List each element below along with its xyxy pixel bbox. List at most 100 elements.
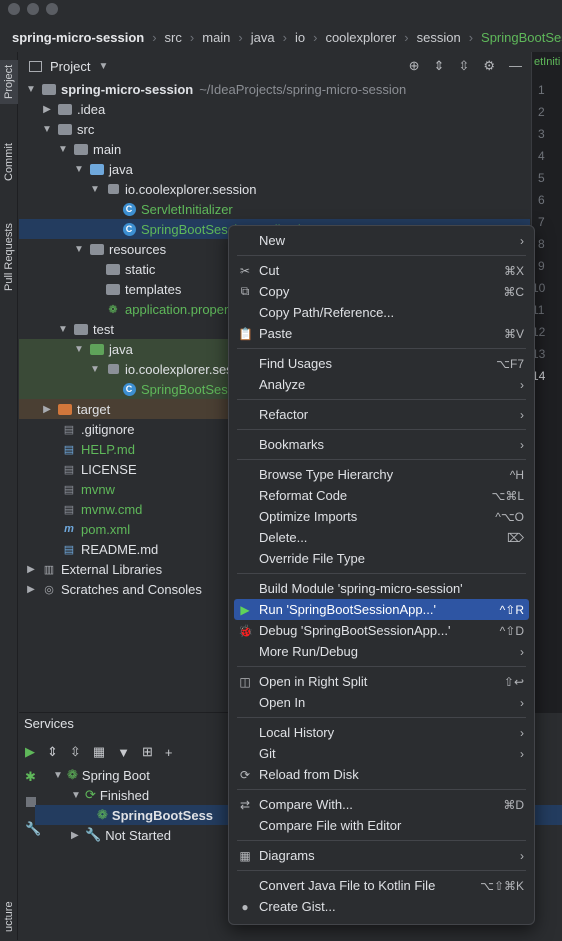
menu-item-open-in-right-split[interactable]: ◫ Open in Right Split ⇧↩: [229, 671, 534, 692]
debug-icon[interactable]: ✱: [25, 769, 36, 785]
menu-separator: [237, 255, 526, 256]
breadcrumb-io[interactable]: io: [293, 30, 307, 45]
collapse-all-icon[interactable]: ⇳: [70, 744, 81, 760]
chevron-right-icon[interactable]: ▶: [25, 584, 37, 595]
tree-item[interactable]: ▼ main: [19, 139, 530, 159]
add-icon[interactable]: +: [165, 745, 173, 760]
chevron-down-icon[interactable]: ▼: [41, 124, 53, 135]
menu-item-analyze[interactable]: Analyze ›: [229, 374, 534, 395]
chevron-right-icon[interactable]: ▶: [41, 404, 53, 415]
breadcrumb-file[interactable]: SpringBootSession: [479, 30, 562, 45]
title-bar: [0, 0, 562, 20]
menu-item-refactor[interactable]: Refactor ›: [229, 404, 534, 425]
menu-item-label: Run 'SpringBootSessionApp...': [259, 602, 436, 617]
run-icon[interactable]: ▶: [25, 744, 35, 760]
menu-item-cut[interactable]: ✂ Cut ⌘X: [229, 260, 534, 281]
tab-commit[interactable]: Commit: [0, 132, 18, 192]
menu-item-reload-from-disk[interactable]: ⟳ Reload from Disk: [229, 764, 534, 785]
gear-icon[interactable]: ⚙: [483, 58, 495, 74]
chevron-down-icon[interactable]: ▼: [89, 364, 101, 375]
menu-item-paste[interactable]: 📋 Paste ⌘V: [229, 323, 534, 344]
menu-item-bookmarks[interactable]: Bookmarks ›: [229, 434, 534, 455]
menu-item-optimize-imports[interactable]: Optimize Imports ^⌥O: [229, 506, 534, 527]
group-icon[interactable]: ▦: [93, 744, 105, 760]
maximize-window-button[interactable]: [46, 3, 58, 15]
chevron-right-icon: ›: [238, 29, 243, 45]
menu-item-copy[interactable]: ⧉ Copy ⌘C: [229, 281, 534, 302]
chevron-right-icon: ›: [520, 644, 524, 659]
menu-item-override-file-type[interactable]: Override File Type: [229, 548, 534, 569]
chevron-right-icon[interactable]: ▶: [25, 564, 37, 575]
menu-item-create-gist[interactable]: ● Create Gist...: [229, 896, 534, 917]
breadcrumb-coolexplorer[interactable]: coolexplorer: [323, 30, 398, 45]
class-icon: C: [121, 202, 137, 216]
menu-item-more-run-debug[interactable]: More Run/Debug ›: [229, 641, 534, 662]
project-panel-title[interactable]: Project: [50, 59, 90, 74]
expand-all-icon[interactable]: ⇕: [47, 744, 58, 760]
menu-item-delete[interactable]: Delete... ⌦: [229, 527, 534, 548]
chevron-down-icon[interactable]: ▼: [73, 164, 85, 175]
menu-item-run-springbootsessionapp[interactable]: ▶ Run 'SpringBootSessionApp...' ^⇧R: [234, 599, 529, 620]
left-tool-strip: Project Commit Pull Requests ucture: [0, 52, 18, 940]
menu-separator: [237, 666, 526, 667]
services-side-toolbar: ✱ 🔧: [19, 763, 43, 941]
chevron-right-icon[interactable]: ▶: [71, 830, 85, 841]
tree-item[interactable]: ▼ spring-micro-session ~/IdeaProjects/sp…: [19, 79, 530, 99]
menu-item-diagrams[interactable]: ▦ Diagrams ›: [229, 845, 534, 866]
chevron-down-icon[interactable]: ▼: [53, 770, 67, 781]
breadcrumb-java[interactable]: java: [249, 30, 277, 45]
expand-all-icon[interactable]: ⇕: [434, 58, 445, 74]
chevron-down-icon[interactable]: ▼: [57, 144, 69, 155]
menu-item-shortcut: ^⇧D: [499, 623, 524, 638]
menu-item-git[interactable]: Git ›: [229, 743, 534, 764]
menu-item-copy-path-reference[interactable]: Copy Path/Reference...: [229, 302, 534, 323]
minimize-icon[interactable]: —: [509, 58, 522, 74]
menu-item-debug-springbootsessionapp[interactable]: 🐞 Debug 'SpringBootSessionApp...' ^⇧D: [229, 620, 534, 641]
chevron-right-icon[interactable]: ▶: [41, 104, 53, 115]
menu-item-build-module-spring-micro-session[interactable]: Build Module 'spring-micro-session': [229, 578, 534, 599]
close-window-button[interactable]: [8, 3, 20, 15]
menu-item-find-usages[interactable]: Find Usages ⌥F7: [229, 353, 534, 374]
menu-item-convert-java-file-to-kotlin-file[interactable]: Convert Java File to Kotlin File ⌥⇧⌘K: [229, 875, 534, 896]
tab-structure[interactable]: ucture: [0, 897, 18, 937]
menu-item-reformat-code[interactable]: Reformat Code ⌥⌘L: [229, 485, 534, 506]
menu-item-open-in[interactable]: Open In ›: [229, 692, 534, 713]
chevron-right-icon: ›: [520, 695, 524, 710]
chevron-down-icon[interactable]: ▼: [98, 61, 108, 72]
breadcrumb-session[interactable]: session: [415, 30, 463, 45]
menu-item-new[interactable]: New ›: [229, 230, 534, 251]
breadcrumb-src[interactable]: src: [163, 30, 184, 45]
tab-pull-requests[interactable]: Pull Requests: [0, 212, 18, 302]
tree-item[interactable]: ▼ java: [19, 159, 530, 179]
reload-from-disk-icon: ⟳: [239, 767, 251, 782]
chevron-down-icon[interactable]: ▼: [25, 84, 37, 95]
folder-icon: [89, 162, 105, 176]
chevron-right-icon: ›: [520, 725, 524, 740]
chevron-down-icon[interactable]: ▼: [57, 324, 69, 335]
menu-item-label: Optimize Imports: [259, 509, 358, 524]
spring-boot-icon: ❁: [67, 767, 78, 782]
tree-item[interactable]: ▼ src: [19, 119, 530, 139]
minimize-window-button[interactable]: [27, 3, 39, 15]
menu-item-local-history[interactable]: Local History ›: [229, 722, 534, 743]
chevron-down-icon[interactable]: ▼: [73, 244, 85, 255]
breadcrumb-project[interactable]: spring-micro-session: [10, 30, 146, 45]
menu-item-compare-file-with-editor[interactable]: Compare File with Editor: [229, 815, 534, 836]
chevron-down-icon[interactable]: ▼: [71, 790, 85, 801]
chevron-down-icon[interactable]: ▼: [73, 344, 85, 355]
breadcrumb-main[interactable]: main: [200, 30, 232, 45]
tree-item[interactable]: ▶ .idea: [19, 99, 530, 119]
new-tab-icon[interactable]: ⊞: [142, 744, 153, 760]
diagrams-icon: ▦: [239, 848, 251, 863]
locate-icon[interactable]: ⊕: [409, 58, 420, 74]
excluded-folder-icon: [57, 402, 73, 416]
tab-project[interactable]: Project: [0, 60, 18, 104]
menu-item-compare-with[interactable]: ⇄ Compare With... ⌘D: [229, 794, 534, 815]
tree-item[interactable]: C ServletInitializer: [19, 199, 530, 219]
collapse-all-icon[interactable]: ⇳: [458, 58, 469, 74]
menu-item-browse-type-hierarchy[interactable]: Browse Type Hierarchy ^H: [229, 464, 534, 485]
filter-icon[interactable]: ▼: [117, 745, 130, 760]
editor-tab[interactable]: etIniti: [534, 56, 562, 68]
tree-item[interactable]: ▼ io.coolexplorer.session: [19, 179, 530, 199]
chevron-down-icon[interactable]: ▼: [89, 184, 101, 195]
